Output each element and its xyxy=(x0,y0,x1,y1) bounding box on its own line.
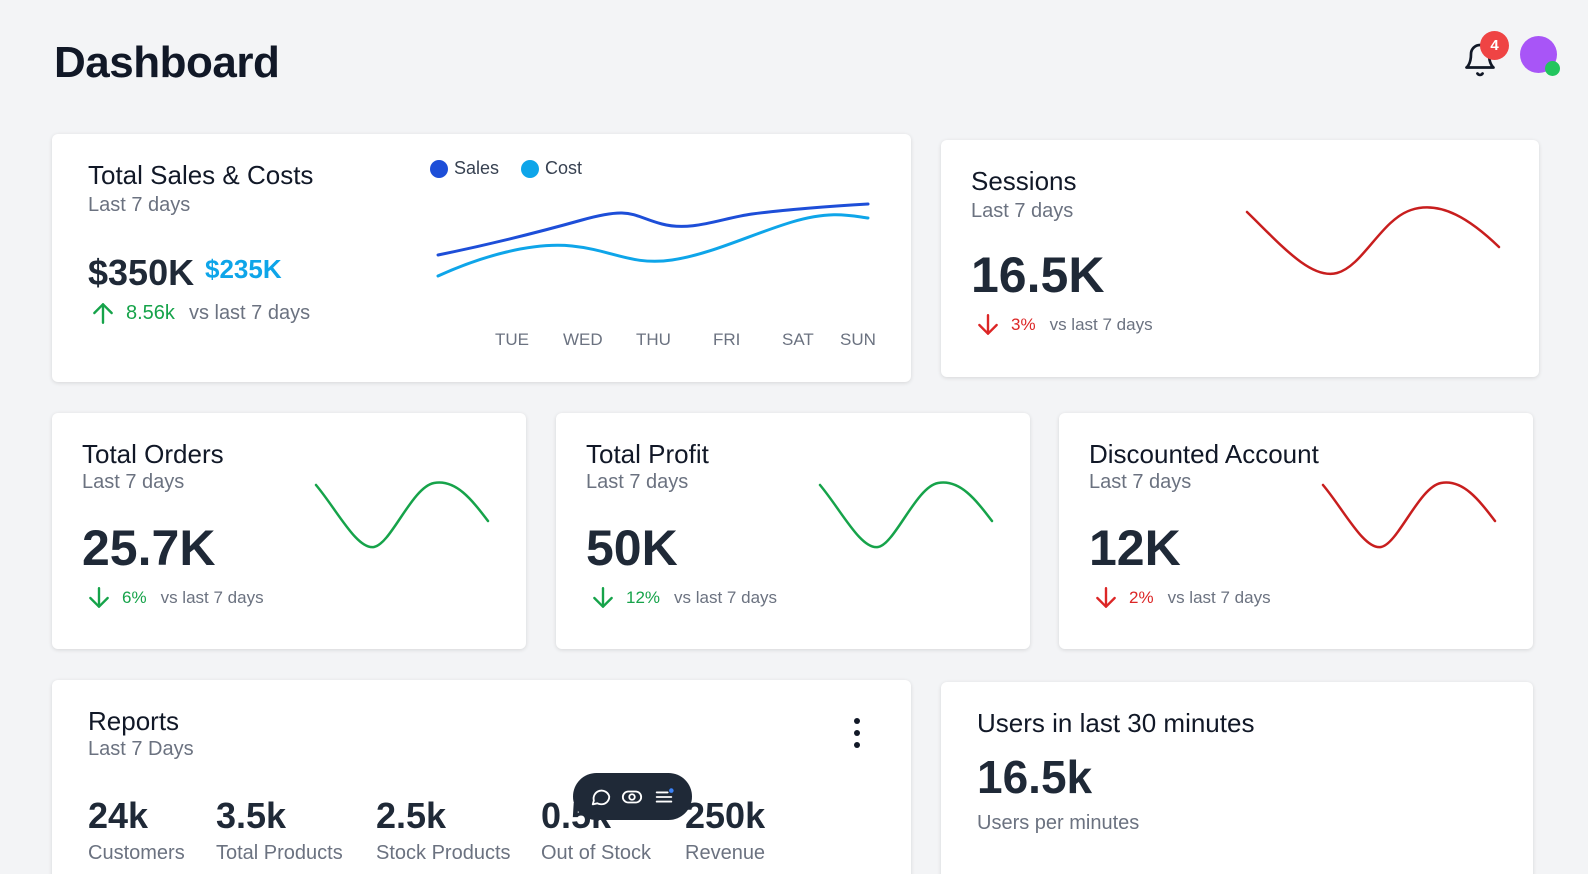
orders-sparkline xyxy=(314,481,490,549)
arrow-up-icon xyxy=(93,303,113,324)
stat-customers: 24k Customers xyxy=(88,798,185,865)
stat-value: 24k xyxy=(88,795,149,836)
x-tick-label: SUN xyxy=(840,330,876,349)
reports-card: Reports Last 7 Days 24k Customers 3.5k T… xyxy=(52,680,911,874)
legend-dot xyxy=(430,159,448,178)
users-value: 16.5k xyxy=(977,751,1093,803)
sales-cost-line-chart xyxy=(436,202,870,278)
orders-value: 25.7K xyxy=(82,520,216,576)
sales-value: $350K xyxy=(88,252,195,293)
stat-label: Stock Products xyxy=(376,842,511,864)
online-status-dot xyxy=(1545,61,1560,76)
cost-series-line xyxy=(436,213,870,278)
card-title: Total Sales & Costs xyxy=(88,160,314,190)
profit-trend: 12% vs last 7 days xyxy=(590,585,777,611)
stat-label: Customers xyxy=(88,842,185,864)
sessions-trend: 3% vs last 7 days xyxy=(975,312,1153,338)
floating-toolbar xyxy=(573,773,692,820)
trend-value: 6% xyxy=(122,588,147,607)
legend-dot xyxy=(521,159,540,178)
stat-value: 250k xyxy=(685,795,766,836)
arrow-down-icon xyxy=(978,314,998,335)
chart-legend: Sales Cost xyxy=(430,158,604,179)
card-subtitle: Last 7 days xyxy=(1089,471,1192,493)
stat-stock-products: 2.5k Stock Products xyxy=(376,798,511,865)
total-profit-card: Total Profit Last 7 days 50K 12% vs last… xyxy=(556,413,1030,649)
cost-value: $235K xyxy=(205,254,282,284)
x-tick-label: TUE xyxy=(495,330,529,349)
card-subtitle: Last 7 days xyxy=(88,194,191,216)
stat-label: Revenue xyxy=(685,842,766,864)
discounted-account-card: Discounted Account Last 7 days 12K 2% vs… xyxy=(1059,413,1533,649)
trend-value: 12% xyxy=(626,588,661,607)
x-tick-label: WED xyxy=(563,330,603,349)
arrow-down-icon xyxy=(1096,587,1116,608)
arrow-down-icon xyxy=(89,587,109,608)
sessions-value: 16.5K xyxy=(971,247,1105,303)
legend-cost[interactable]: Cost xyxy=(521,158,582,179)
profit-value: 50K xyxy=(586,520,678,576)
trend-text: vs last 7 days xyxy=(160,588,264,607)
stat-total-products: 3.5k Total Products xyxy=(216,798,343,865)
more-options-icon[interactable] xyxy=(852,718,862,748)
card-subtitle: Users per minutes xyxy=(977,812,1140,834)
list-icon[interactable] xyxy=(653,786,675,808)
discount-trend: 2% vs last 7 days xyxy=(1093,585,1271,611)
stat-value: 3.5k xyxy=(216,795,287,836)
notification-badge: 4 xyxy=(1480,31,1509,60)
card-title: Total Orders xyxy=(82,439,224,469)
legend-label: Sales xyxy=(454,158,500,178)
card-subtitle: Last 7 Days xyxy=(88,738,194,760)
trend-value: 3% xyxy=(1011,315,1036,334)
trend-text: vs last 7 days xyxy=(1049,315,1153,334)
comment-icon[interactable] xyxy=(590,786,612,808)
stat-label: Total Products xyxy=(216,842,343,864)
trend-text: vs last 7 days xyxy=(674,588,778,607)
legend-sales[interactable]: Sales xyxy=(430,158,499,179)
x-tick-label: SAT xyxy=(782,330,814,349)
trend-value: 2% xyxy=(1129,588,1154,607)
profit-sparkline xyxy=(818,481,994,549)
sessions-card: Sessions Last 7 days 16.5K 3% vs last 7 … xyxy=(941,140,1539,377)
sales-trend: 8.56k vs last 7 days xyxy=(90,300,310,326)
x-tick-label: FRI xyxy=(713,330,741,349)
trend-value: 8.56k xyxy=(126,301,175,324)
sessions-sparkline xyxy=(1245,206,1501,276)
legend-label: Cost xyxy=(545,158,583,178)
card-subtitle: Last 7 days xyxy=(971,200,1074,222)
trend-text: vs last 7 days xyxy=(1167,588,1271,607)
card-subtitle: Last 7 days xyxy=(82,471,185,493)
x-tick-label: THU xyxy=(636,330,671,349)
card-title: Total Profit xyxy=(586,439,709,469)
users-card: Users in last 30 minutes 16.5k Users per… xyxy=(941,682,1533,874)
card-title: Discounted Account xyxy=(1089,439,1319,469)
sales-costs-card: Total Sales & Costs Last 7 days $350K $2… xyxy=(52,134,911,382)
card-subtitle: Last 7 days xyxy=(586,471,689,493)
stat-revenue: 250k Revenue xyxy=(685,798,765,865)
card-title: Reports xyxy=(88,706,180,736)
eye-icon[interactable] xyxy=(621,786,643,808)
arrow-down-icon xyxy=(593,587,613,608)
discount-sparkline xyxy=(1321,481,1497,549)
discount-value: 12K xyxy=(1089,520,1181,576)
stat-value: 2.5k xyxy=(376,795,447,836)
trend-text: vs last 7 days xyxy=(188,301,311,324)
sales-series-line xyxy=(436,202,870,257)
card-title: Sessions xyxy=(971,166,1077,196)
card-title: Users in last 30 minutes xyxy=(977,708,1255,738)
total-orders-card: Total Orders Last 7 days 25.7K 6% vs las… xyxy=(52,413,526,649)
stat-label: Out of Stock xyxy=(541,842,652,864)
page-title: Dashboard xyxy=(54,38,280,87)
orders-trend: 6% vs last 7 days xyxy=(86,585,264,611)
